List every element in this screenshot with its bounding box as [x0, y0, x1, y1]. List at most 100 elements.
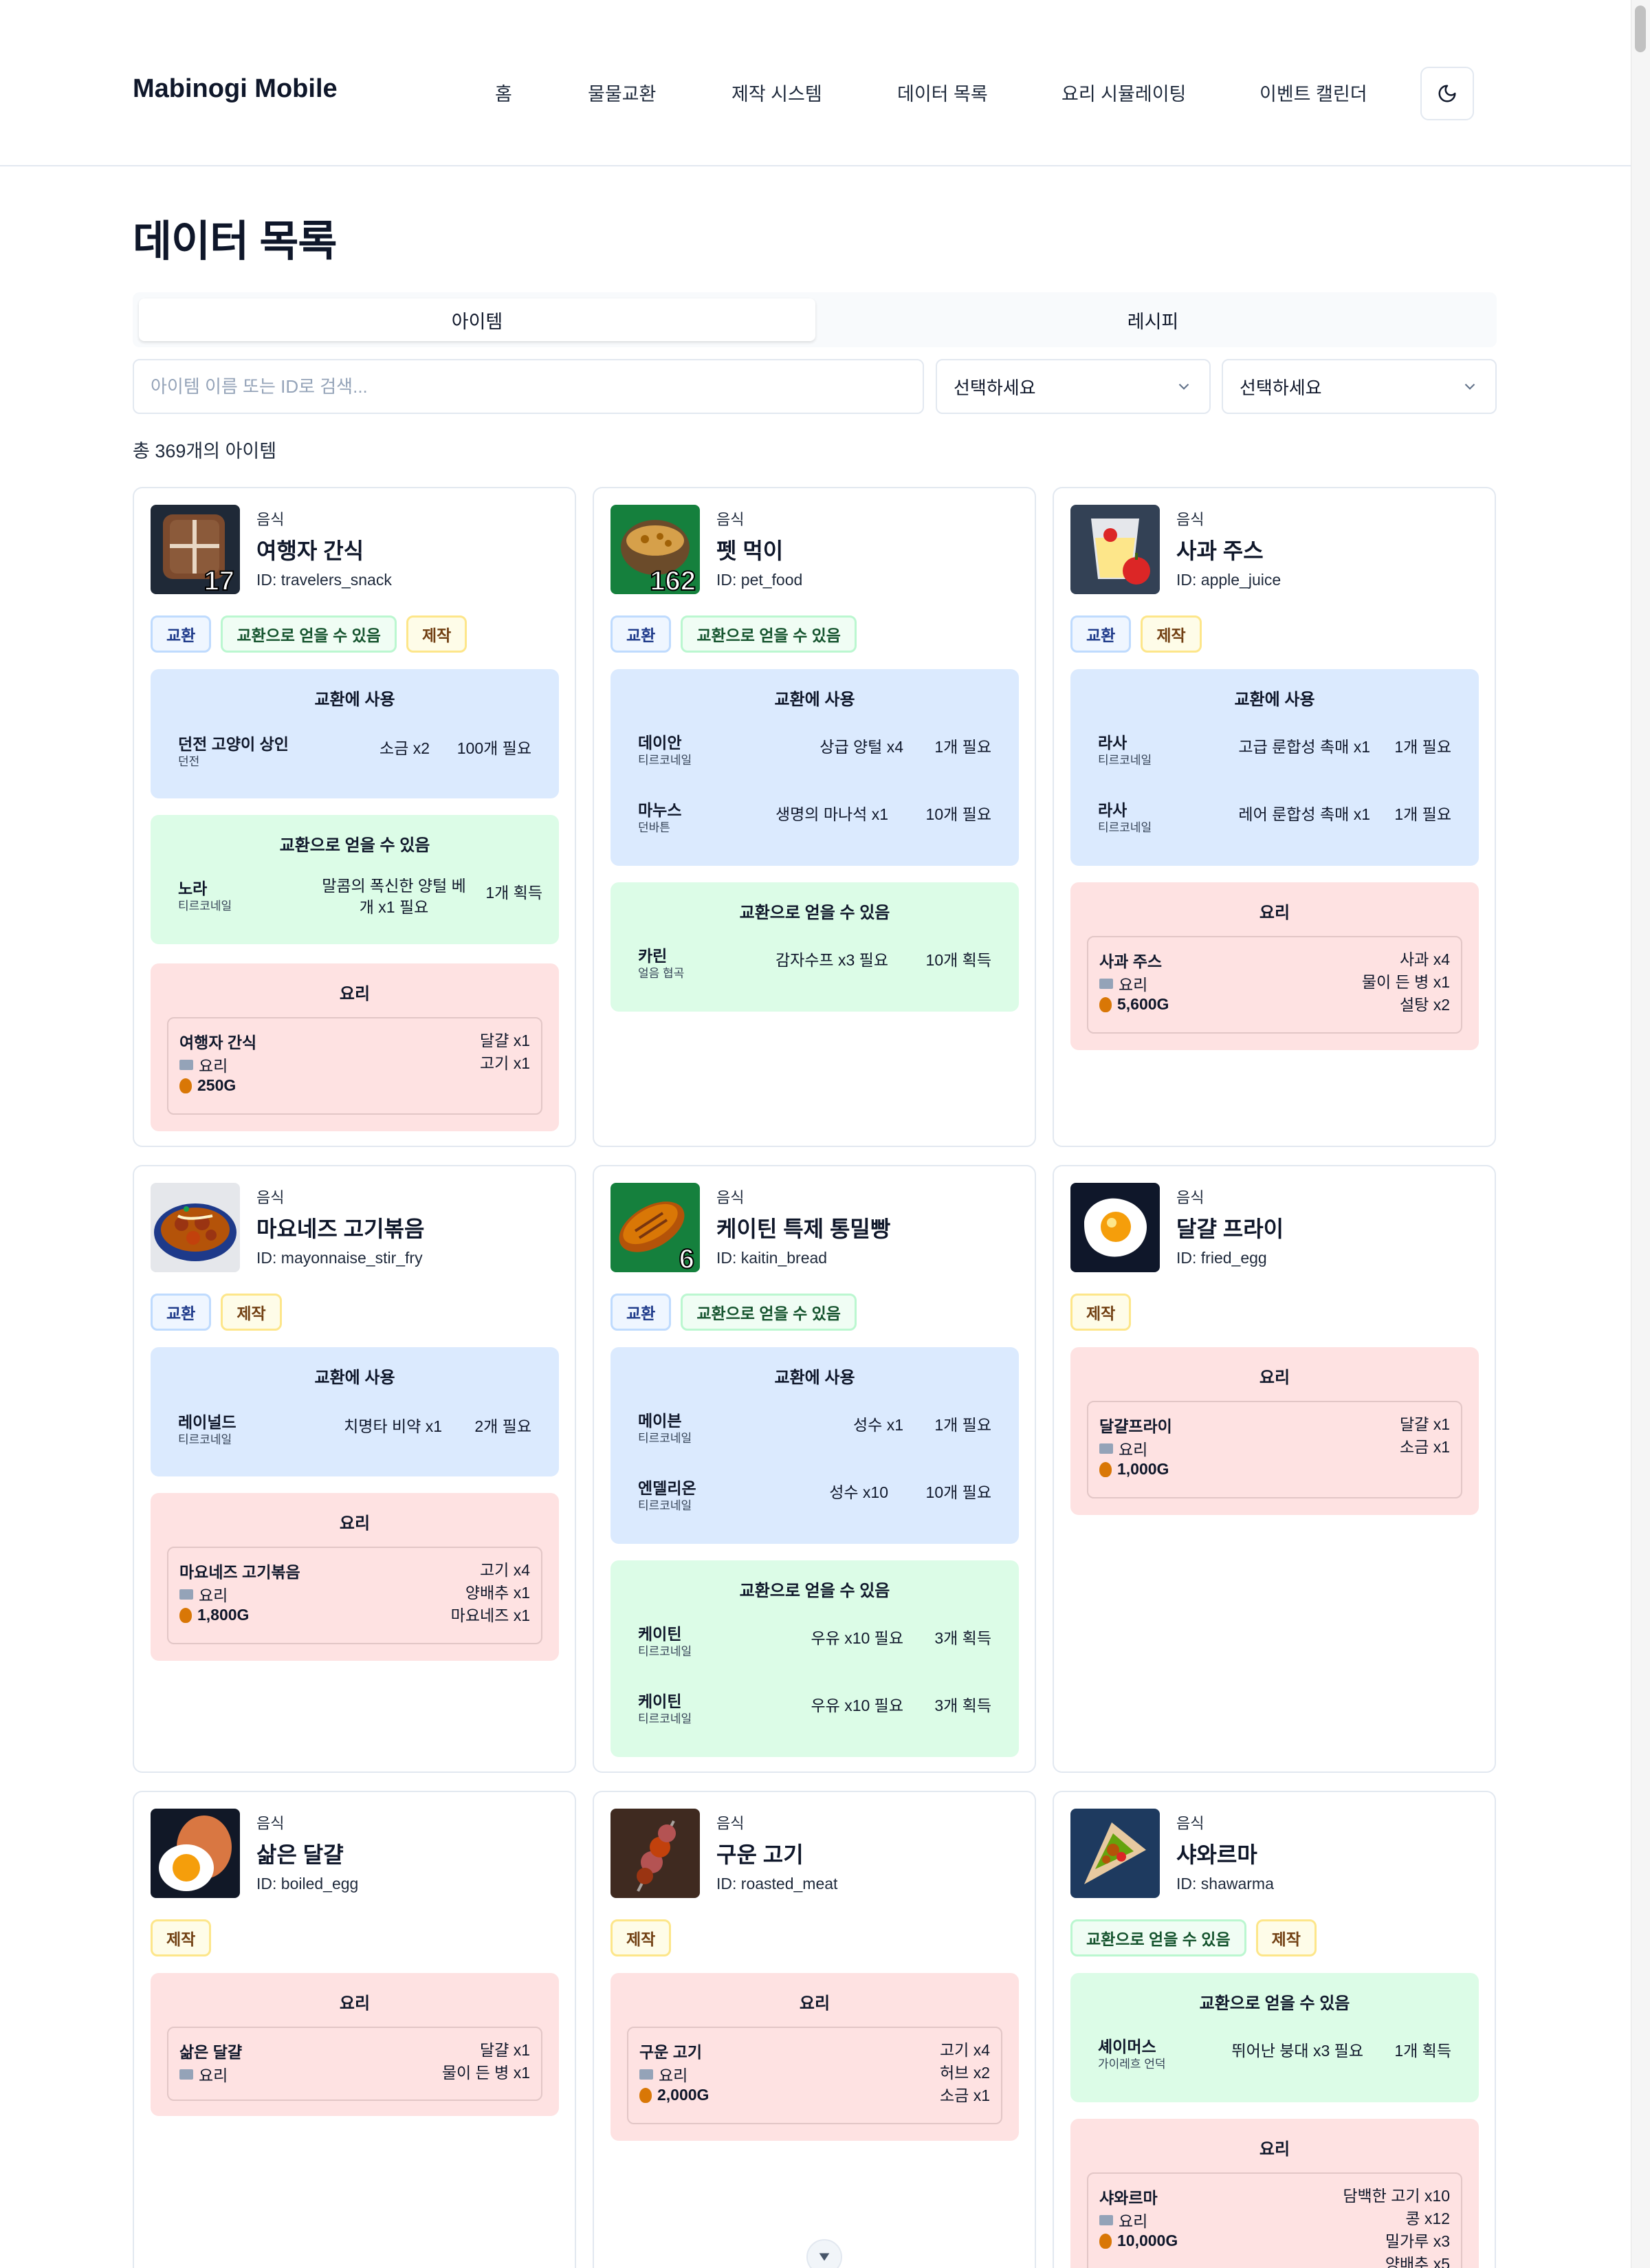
recipe-type: 요리 — [199, 2067, 228, 2084]
item-card[interactable]: 음식 삶은 달걀 ID: boiled_egg 제작 요리 삶은 달걀 요리 달… — [133, 1791, 576, 2268]
item-card[interactable]: 음식 구운 고기 ID: roasted_meat 제작 요리 구운 고기 요리… — [593, 1791, 1036, 2268]
item-category: 음식 — [716, 511, 745, 528]
exchange-item: 말콤의 폭신한 양털 베개 x1 필요 — [322, 877, 466, 916]
item-name: 구운 고기 — [716, 1842, 804, 1867]
folder-icon — [179, 2069, 193, 2080]
recipe-box[interactable]: 달걀프라이 요리 1,000G 달걀 x1 소금 x1 — [1087, 1401, 1462, 1498]
npc-location: 얼음 협곡 — [638, 967, 685, 980]
site-logo[interactable]: Mabinogi Mobile — [133, 74, 338, 104]
craft-badge: 제작 — [151, 1919, 212, 1956]
section-title: 교환으로 얻을 수 있음 — [1199, 1994, 1350, 2013]
tab-items[interactable]: 아이템 — [139, 298, 815, 341]
exchange-gain: 10개 획득 — [925, 951, 991, 969]
item-count: 총 369개의 아이템 — [133, 441, 277, 461]
recipe-box[interactable]: 구운 고기 요리 2,000G 고기 x4 허브 x2 소금 x1 — [627, 2027, 1002, 2124]
item-id: ID: apple_juice — [1176, 571, 1282, 589]
nav-cooking-sim[interactable]: 요리 시뮬레이팅 — [1062, 79, 1186, 106]
obtainable-badge: 교환으로 얻을 수 있음 — [1070, 1919, 1246, 1956]
cooking-section: 요리 샤와르마 요리 10,000G 담백한 고기 x10 콩 x12 밀가루 … — [1070, 2119, 1479, 2268]
search-input[interactable] — [133, 359, 924, 414]
npc-name: 라사 — [1098, 734, 1128, 752]
nav-crafting[interactable]: 제작 시스템 — [732, 79, 822, 106]
section-title: 요리 — [339, 1514, 371, 1533]
nav-event-calendar[interactable]: 이벤트 캘린더 — [1260, 79, 1367, 106]
npc-name: 케이틴 — [638, 1692, 682, 1710]
npc-location: 티르코네일 — [638, 1712, 692, 1725]
item-card[interactable]: 6 음식 케이틴 특제 통밀빵 ID: kaitin_bread 교환 교환으로… — [593, 1165, 1036, 1773]
page-scrollbar[interactable] — [1631, 0, 1650, 2268]
recipe-box[interactable]: 마요네즈 고기볶음 요리 1,800G 고기 x4 양배추 x1 마요네즈 x1 — [167, 1547, 542, 1644]
recipe-name: 사과 주스 — [1099, 952, 1163, 970]
nav-home[interactable]: 홈 — [495, 79, 512, 106]
ingredient: 달걀 x1 — [479, 2041, 530, 2059]
money-bag-icon — [1099, 996, 1112, 1012]
ingredient: 고기 x1 — [479, 1054, 530, 1072]
exchange-row: 던전 고양이 상인 던전 소금 x2 100개 필요 — [178, 731, 531, 772]
folder-icon — [1099, 2214, 1113, 2225]
ingredient: 물이 든 병 x1 — [1361, 973, 1450, 991]
npc-name: 메이븐 — [638, 1412, 682, 1430]
recipe-price: 1,000G — [1117, 1460, 1169, 1478]
exchange-badge: 교환 — [610, 1294, 672, 1331]
ingredient: 달걀 x1 — [1399, 1415, 1450, 1433]
ingredient: 고기 x4 — [939, 2041, 990, 2059]
ingredient: 물이 든 병 x1 — [441, 2064, 530, 2082]
nav-barter[interactable]: 물물교환 — [588, 79, 656, 106]
exchange-requirement: 1개 필요 — [934, 738, 991, 756]
recipe-box[interactable]: 샤와르마 요리 10,000G 담백한 고기 x10 콩 x12 밀가루 x3 … — [1087, 2172, 1462, 2268]
item-card[interactable]: 음식 사과 주스 ID: apple_juice 교환 제작 교환에 사용 라사… — [1053, 487, 1496, 1147]
money-bag-icon — [179, 1078, 192, 1093]
item-card[interactable]: 162 음식 펫 먹이 ID: pet_food 교환 교환으로 얻을 수 있음… — [593, 487, 1036, 1147]
exchange-badge: 교환 — [1070, 615, 1132, 653]
exchange-gain: 3개 획득 — [934, 1629, 991, 1647]
quantity-label: 6 — [679, 1244, 694, 1272]
item-card[interactable]: 음식 샤와르마 ID: shawarma 교환으로 얻을 수 있음 제작 교환으… — [1053, 1791, 1496, 2268]
section-title: 요리 — [799, 1994, 830, 2013]
ingredient: 콩 x12 — [1405, 2210, 1450, 2227]
recipe-price: 10,000G — [1117, 2232, 1178, 2249]
travelers-snack-icon: 17 — [151, 505, 240, 594]
npc-location: 티르코네일 — [638, 1645, 692, 1658]
item-category: 음식 — [1176, 1189, 1204, 1206]
recipe-box[interactable]: 삶은 달걀 요리 달걀 x1 물이 든 병 x1 — [167, 2027, 542, 2101]
type-select-value: 선택하세요 — [1240, 377, 1322, 398]
obtainable-section: 교환으로 얻을 수 있음 노라 티르코네일 말콤의 폭신한 양털 베개 x1 필… — [151, 815, 559, 944]
cooking-section: 요리 사과 주스 요리 5,600G 사과 x4 물이 든 병 x1 설탕 x2 — [1070, 882, 1479, 1050]
recipe-box[interactable]: 사과 주스 요리 5,600G 사과 x4 물이 든 병 x1 설탕 x2 — [1087, 936, 1462, 1034]
tab-recipes[interactable]: 레시피 — [815, 298, 1491, 341]
recipe-box[interactable]: 여행자 간식 요리 250G 달걀 x1 고기 x1 — [167, 1017, 542, 1115]
recipe-name: 샤와르마 — [1099, 2189, 1158, 2207]
theme-toggle-button[interactable] — [1420, 67, 1474, 120]
item-card[interactable]: 음식 마요네즈 고기볶음 ID: mayonnaise_stir_fry 교환 … — [133, 1165, 576, 1773]
money-bag-icon — [639, 2087, 652, 2103]
used-in-exchange-section: 교환에 사용 레이널드 티르코네일 치명타 비약 x1 2개 필요 — [151, 1347, 559, 1476]
exchange-requirement: 1개 필요 — [1394, 738, 1451, 756]
type-select[interactable]: 선택하세요 — [1222, 359, 1497, 414]
exchange-item: 우유 x10 필요 — [811, 1629, 903, 1647]
used-in-exchange-section: 교환에 사용 메이븐 티르코네일 성수 x1 1개 필요 엔델리온 티르코네일 … — [610, 1347, 1019, 1544]
cooking-section: 요리 여행자 간식 요리 250G 달걀 x1 고기 x1 — [151, 963, 559, 1131]
scrollbar-thumb[interactable] — [1635, 6, 1646, 52]
exchange-item: 치명타 비약 x1 — [344, 1417, 442, 1435]
money-bag-icon — [1099, 1461, 1112, 1477]
section-title: 교환에 사용 — [774, 1369, 855, 1387]
kaitin-bread-icon: 6 — [610, 1183, 700, 1272]
npc-name: 셰이머스 — [1098, 2038, 1156, 2056]
craft-badge: 제작 — [1070, 1294, 1132, 1331]
folder-icon — [639, 2069, 653, 2080]
recipe-type: 요리 — [199, 1586, 228, 1604]
item-name: 여행자 간식 — [256, 538, 364, 563]
section-title: 교환으로 얻을 수 있음 — [739, 904, 890, 922]
category-select[interactable]: 선택하세요 — [936, 359, 1211, 414]
recipe-name: 구운 고기 — [639, 2043, 703, 2061]
nav-data-list[interactable]: 데이터 목록 — [897, 79, 988, 106]
exchange-row: 데이안 티르코네일 상급 양털 x4 1개 필요 — [638, 730, 991, 771]
exchange-badge: 교환 — [151, 615, 212, 653]
exchange-item: 뛰어난 붕대 x3 필요 — [1231, 2042, 1363, 2060]
npc-location: 던전 — [178, 755, 200, 768]
item-card[interactable]: 17 음식 여행자 간식 ID: travelers_snack 교환 교환으로… — [133, 487, 576, 1147]
npc-location: 가이레흐 언덕 — [1098, 2058, 1166, 2071]
recipe-name: 여행자 간식 — [179, 1034, 257, 1051]
item-card[interactable]: 음식 달걀 프라이 ID: fried_egg 제작 요리 달걀프라이 요리 1… — [1053, 1165, 1496, 1773]
exchange-item: 상급 양털 x4 — [820, 738, 903, 756]
